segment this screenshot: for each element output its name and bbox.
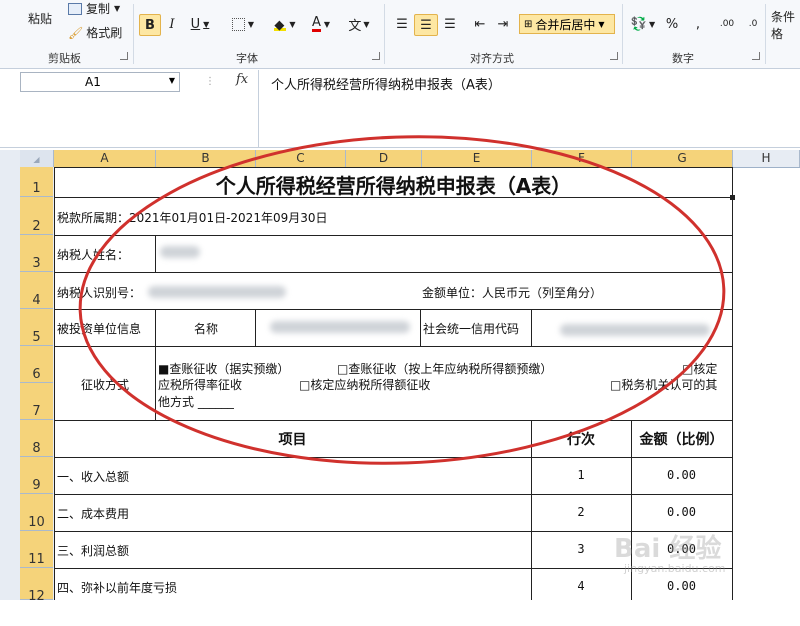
- annotation-overlay: [78, 135, 726, 465]
- watermark-url: jingyan.baidu.com: [624, 562, 726, 575]
- red-annotation-ellipse: [78, 135, 726, 465]
- watermark-logo: Bai 经验: [614, 534, 722, 564]
